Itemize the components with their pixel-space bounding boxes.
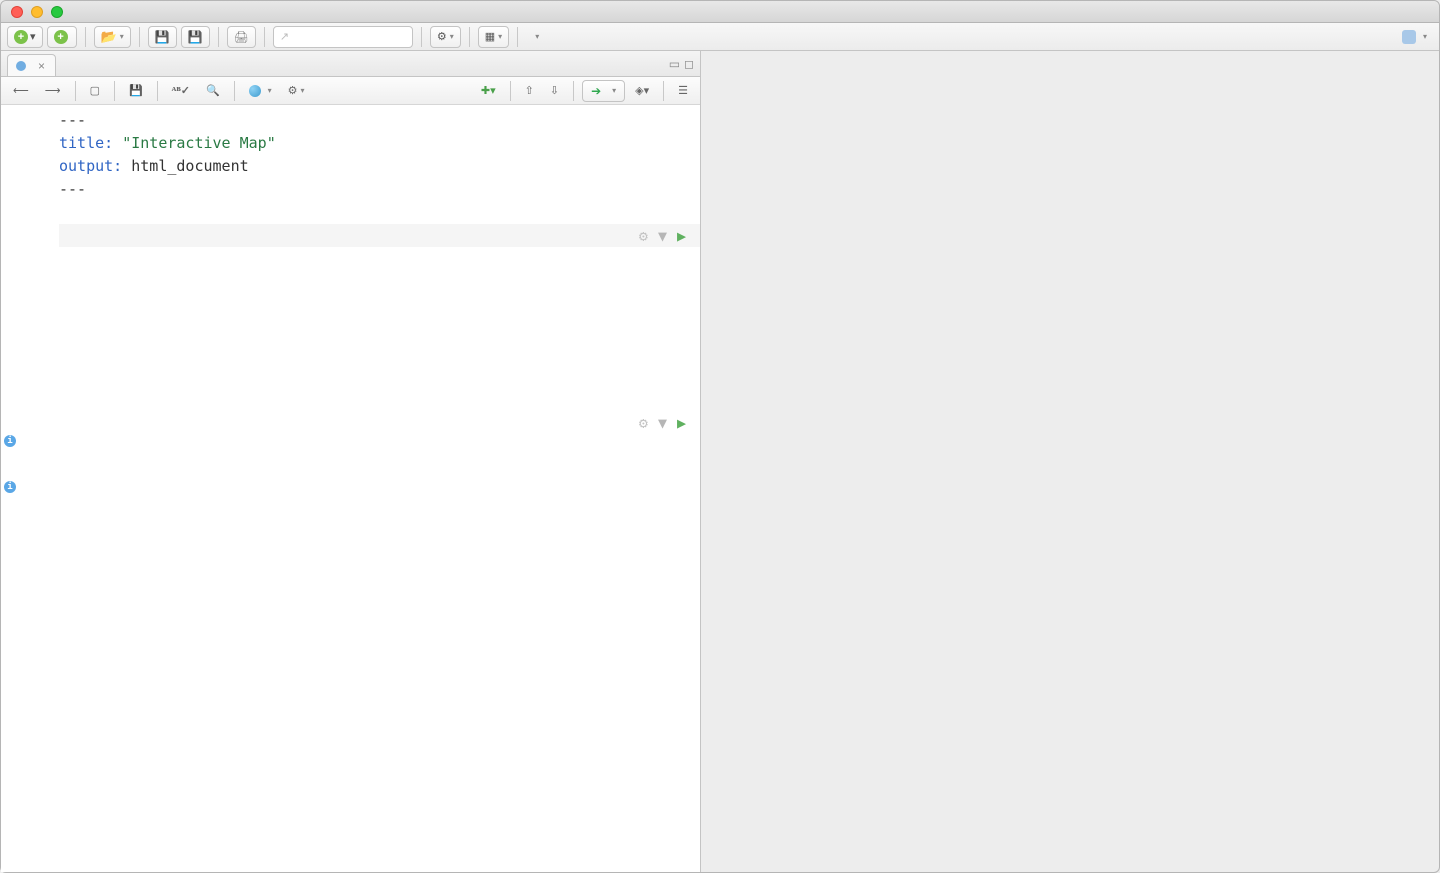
- editor-toolbar: ⟵ ⟶ ▢ 💾 ᴬᴮ✓ 🔍 ▾ ⚙▾ ✚▾ ⇧ ⇩: [1, 77, 700, 105]
- window-close[interactable]: [11, 6, 23, 18]
- addins-menu[interactable]: ▾: [526, 26, 545, 48]
- project-menu[interactable]: ▾: [1396, 26, 1433, 48]
- maximize-pane-icon[interactable]: ◻: [684, 57, 694, 71]
- open-file-button[interactable]: 📂▾: [94, 26, 131, 48]
- run-above-icon[interactable]: ▼: [658, 225, 667, 248]
- print-button[interactable]: 🖨: [227, 26, 256, 48]
- goto-file-function-input[interactable]: ↗: [273, 26, 413, 48]
- window-maximize[interactable]: [51, 6, 63, 18]
- chunk-options-icon[interactable]: ⚙: [639, 225, 648, 248]
- run-chunk-icon[interactable]: ▶: [677, 225, 686, 248]
- save-all-button[interactable]: 💾: [181, 26, 210, 48]
- tools-button[interactable]: ⚙▾: [430, 26, 461, 48]
- publish-button[interactable]: ◈▾: [629, 81, 655, 101]
- new-file-button[interactable]: +▾: [7, 26, 43, 48]
- insert-chunk-button[interactable]: ✚▾: [475, 81, 502, 101]
- rmd-file-icon: [16, 61, 26, 71]
- line-gutter: [1, 105, 49, 592]
- back-button[interactable]: ⟵: [7, 81, 35, 101]
- forward-button[interactable]: ⟶: [39, 81, 67, 101]
- info-marker-icon[interactable]: i: [4, 435, 16, 447]
- show-in-new-window-button[interactable]: ▢: [84, 81, 106, 101]
- go-prev-chunk-button[interactable]: ⇧: [519, 81, 540, 101]
- go-next-chunk-button[interactable]: ⇩: [544, 81, 565, 101]
- grid-button[interactable]: ▦▾: [478, 26, 509, 48]
- run-above-icon[interactable]: ▼: [658, 412, 667, 435]
- source-tabs: × ▭ ◻: [1, 51, 700, 77]
- minimize-pane-icon[interactable]: ▭: [669, 57, 680, 71]
- titlebar: [1, 1, 1439, 23]
- window-minimize[interactable]: [31, 6, 43, 18]
- knit-button[interactable]: ▾: [243, 81, 278, 101]
- source-tab[interactable]: ×: [7, 54, 56, 76]
- save-doc-button[interactable]: 💾: [123, 81, 149, 101]
- knit-icon: [249, 85, 261, 97]
- run-icon: ➔: [591, 84, 601, 98]
- save-button[interactable]: 💾: [148, 26, 177, 48]
- new-project-button[interactable]: +: [47, 26, 77, 48]
- run-chunk-icon[interactable]: ▶: [677, 412, 686, 435]
- code-area[interactable]: ⚙ ▼ ▶ ⚙ ▼ ▶ --- title: "Interactive Map"…: [49, 105, 700, 872]
- find-button[interactable]: 🔍: [200, 81, 226, 101]
- outline-button[interactable]: ☰: [672, 81, 694, 101]
- close-tab-icon[interactable]: ×: [38, 59, 45, 73]
- knit-options-button[interactable]: ⚙▾: [282, 81, 311, 101]
- code-editor[interactable]: i i: [1, 105, 700, 872]
- info-marker-icon[interactable]: i: [4, 481, 16, 493]
- project-icon: [1402, 30, 1416, 44]
- spellcheck-button[interactable]: ᴬᴮ✓: [166, 81, 196, 101]
- app-toolbar: +▾ + 📂▾ 💾 💾 🖨 ↗ ⚙▾ ▦▾ ▾ ▾: [1, 23, 1439, 51]
- chunk-options-icon[interactable]: ⚙: [639, 412, 648, 435]
- run-button[interactable]: ➔ ▾: [582, 80, 625, 102]
